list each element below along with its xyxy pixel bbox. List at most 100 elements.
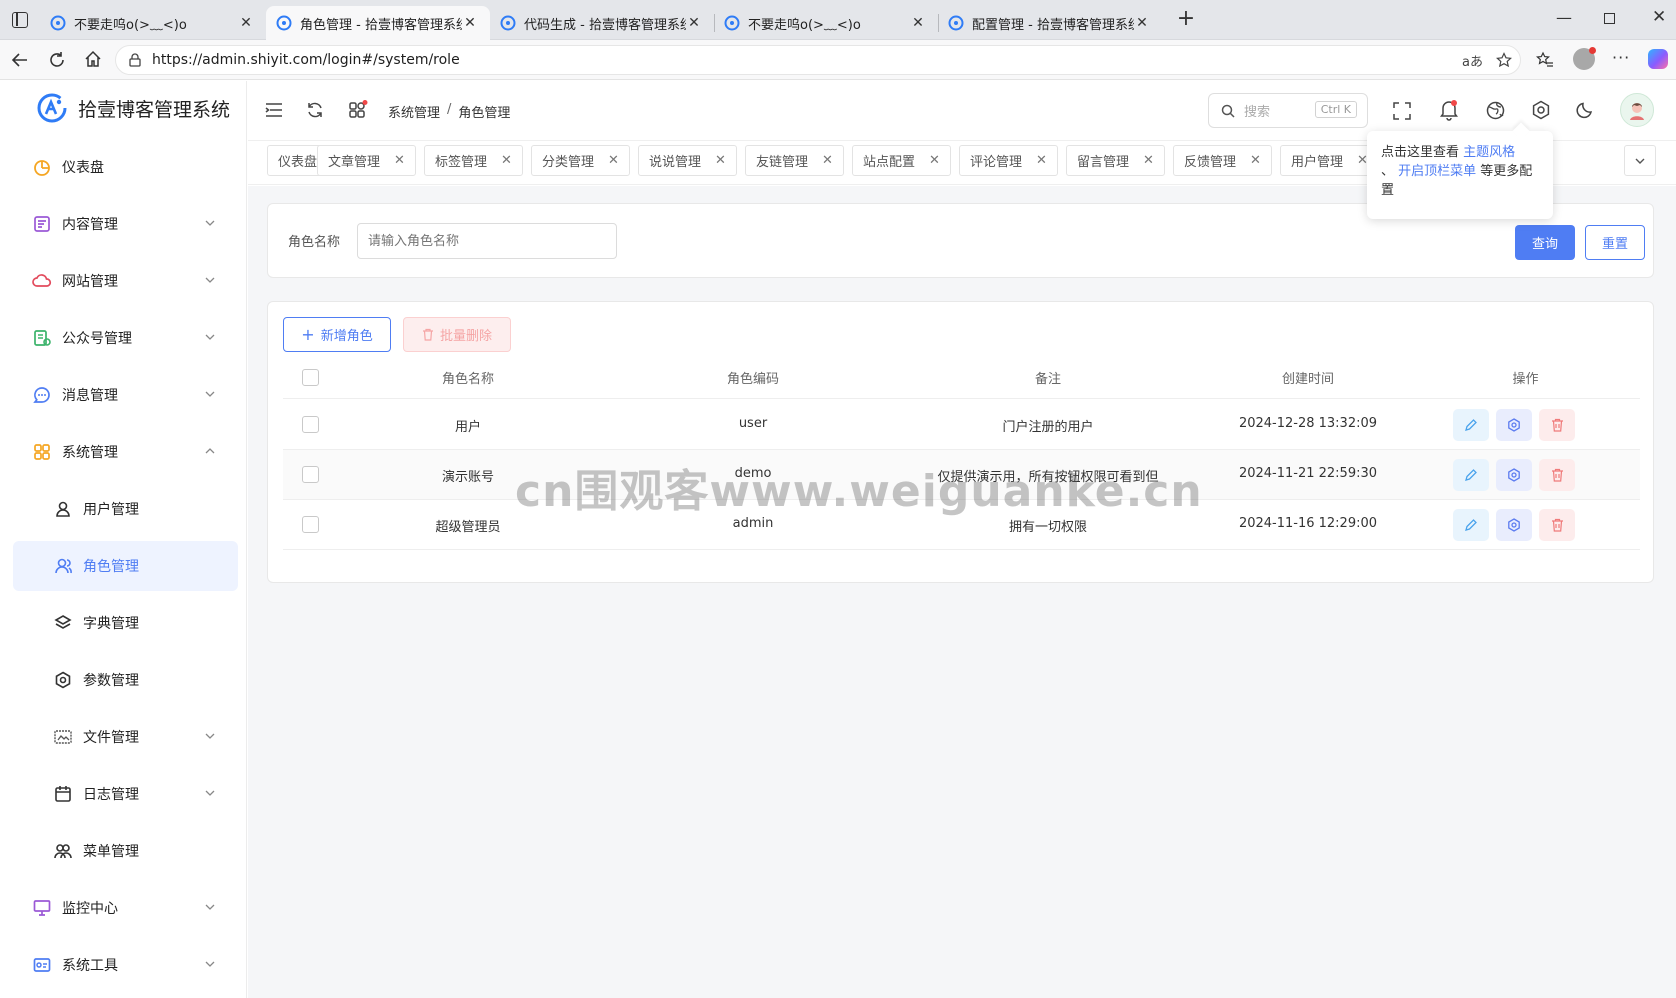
tag-users[interactable]: 用户管理 ✕ (1280, 145, 1379, 176)
close-tag-icon[interactable]: ✕ (1143, 153, 1154, 168)
column-header-remark[interactable]: 备注 (913, 368, 1183, 387)
maximize-icon[interactable] (1604, 13, 1615, 24)
more-options-icon[interactable]: ··· (1612, 48, 1630, 67)
language-globe-icon[interactable] (1486, 101, 1505, 120)
sidebar-item-message[interactable]: 消息管理 (13, 370, 238, 420)
column-header-created[interactable]: 创建时间 (1203, 368, 1413, 387)
profile-avatar-icon[interactable] (1573, 47, 1596, 70)
reset-button[interactable]: 重置 (1585, 225, 1645, 260)
tags-more-button[interactable] (1624, 145, 1656, 176)
read-aloud-icon[interactable]: aあ (1462, 51, 1483, 70)
dark-mode-moon-icon[interactable] (1576, 101, 1594, 119)
tag-friend-links[interactable]: 友链管理 ✕ (745, 145, 844, 176)
tooltip-link-theme[interactable]: 主题风格 (1463, 145, 1515, 160)
sidebar-item-dictionary[interactable]: 字典管理 (13, 598, 238, 648)
sidebar-item-dashboard[interactable]: 仪表盘 (13, 142, 238, 192)
home-icon[interactable] (84, 50, 102, 68)
permission-settings-button[interactable] (1496, 409, 1532, 441)
address-bar[interactable]: https://admin.shiyit.com/login#/system/r… (115, 45, 1521, 75)
tag-comments[interactable]: 评论管理 ✕ (959, 145, 1058, 176)
site-info-icon[interactable] (128, 53, 142, 67)
edit-button[interactable] (1453, 459, 1489, 491)
tab-actions-icon[interactable] (12, 12, 28, 28)
delete-button[interactable] (1539, 459, 1575, 491)
reload-icon[interactable] (48, 51, 66, 69)
tag-moments[interactable]: 说说管理 ✕ (638, 145, 737, 176)
add-role-button[interactable]: + 新增角色 (283, 317, 391, 352)
breadcrumb-item[interactable]: 系统管理 (388, 102, 440, 121)
tag-feedback[interactable]: 反馈管理 ✕ (1173, 145, 1272, 176)
select-all-checkbox[interactable] (302, 369, 319, 386)
close-tag-icon[interactable]: ✕ (822, 153, 833, 168)
row-checkbox[interactable] (302, 466, 319, 483)
tag-label-mgmt[interactable]: 标签管理 ✕ (424, 145, 523, 176)
sidebar-item-roles[interactable]: 角色管理 (13, 541, 238, 591)
permission-settings-button[interactable] (1496, 459, 1532, 491)
sidebar-item-content[interactable]: 内容管理 (13, 199, 238, 249)
role-name-input[interactable] (357, 223, 617, 259)
sidebar-item-monitor[interactable]: 监控中心 (13, 883, 238, 933)
menu-collapse-icon[interactable] (265, 102, 283, 118)
global-search[interactable]: 搜索 Ctrl K (1208, 93, 1368, 128)
browser-tab[interactable]: 不要走呜o(>﹏<)o ✕ (714, 6, 938, 40)
column-header-role-code[interactable]: 角色编码 (663, 368, 843, 387)
close-tab-icon[interactable]: ✕ (238, 15, 254, 31)
fullscreen-icon[interactable] (1393, 102, 1411, 120)
back-icon[interactable] (11, 51, 29, 69)
app-logo-area[interactable]: 拾壹博客管理系统 (36, 92, 230, 124)
sidebar-item-files[interactable]: 文件管理 (13, 712, 238, 762)
tools-icon (32, 955, 52, 975)
delete-button[interactable] (1539, 409, 1575, 441)
sidebar-item-users[interactable]: 用户管理 (13, 484, 238, 534)
close-tag-icon[interactable]: ✕ (501, 153, 512, 168)
edit-button[interactable] (1453, 509, 1489, 541)
main-content: 角色名称 查询 重置 + 新增角色 批量删除 角色名称 角色编码 备注 创建时间… (248, 186, 1676, 998)
close-tab-icon[interactable]: ✕ (686, 15, 702, 31)
close-window-icon[interactable]: ✕ (1652, 7, 1666, 27)
tag-article[interactable]: 文章管理 ✕ (317, 145, 416, 176)
query-button[interactable]: 查询 (1515, 225, 1575, 260)
close-tag-icon[interactable]: ✕ (394, 153, 405, 168)
permission-settings-button[interactable] (1496, 509, 1532, 541)
user-avatar[interactable] (1620, 93, 1654, 127)
delete-button[interactable] (1539, 509, 1575, 541)
refresh-icon[interactable] (306, 101, 324, 119)
table-row[interactable]: 用户 user 门户注册的用户 2024-12-28 13:32:09 (283, 400, 1640, 450)
edit-button[interactable] (1453, 409, 1489, 441)
tag-site-config[interactable]: 站点配置 ✕ (852, 145, 951, 176)
new-tab-icon[interactable]: + (1174, 8, 1198, 32)
close-tag-icon[interactable]: ✕ (1036, 153, 1047, 168)
app-grid-icon[interactable] (348, 100, 368, 120)
sidebar-item-menus[interactable]: 菜单管理 (13, 826, 238, 876)
batch-delete-button[interactable]: 批量删除 (403, 317, 511, 352)
notification-bell-icon[interactable] (1439, 99, 1459, 121)
sidebar-item-parameters[interactable]: 参数管理 (13, 655, 238, 705)
close-tab-icon[interactable]: ✕ (1134, 15, 1150, 31)
favorite-star-icon[interactable] (1496, 52, 1512, 68)
column-header-role-name[interactable]: 角色名称 (383, 368, 553, 387)
close-tag-icon[interactable]: ✕ (608, 153, 619, 168)
close-tab-icon[interactable]: ✕ (462, 15, 478, 31)
sidebar-item-official-account[interactable]: 公众号管理 (13, 313, 238, 363)
tag-category[interactable]: 分类管理 ✕ (531, 145, 630, 176)
tag-guestbook[interactable]: 留言管理 ✕ (1066, 145, 1165, 176)
settings-gear-icon[interactable] (1531, 100, 1551, 120)
close-tag-icon[interactable]: ✕ (1250, 153, 1261, 168)
close-tag-icon[interactable]: ✕ (929, 153, 940, 168)
minimize-icon[interactable]: — (1556, 8, 1572, 27)
copilot-icon[interactable] (1648, 49, 1668, 69)
browser-tab[interactable]: 不要走呜o(>﹏<)o ✕ (40, 6, 266, 40)
sidebar-item-logs[interactable]: 日志管理 (13, 769, 238, 819)
favorites-icon[interactable] (1536, 51, 1554, 69)
row-checkbox[interactable] (302, 516, 319, 533)
browser-tab-active[interactable]: 角色管理 - 拾壹博客管理系统 ✕ (266, 6, 490, 40)
row-checkbox[interactable] (302, 416, 319, 433)
sidebar-item-website[interactable]: 网站管理 (13, 256, 238, 306)
tooltip-link-topbar-menu[interactable]: 开启顶栏菜单 (1398, 164, 1476, 179)
sidebar-item-system[interactable]: 系统管理 (13, 427, 238, 477)
sidebar-item-tools[interactable]: 系统工具 (13, 940, 238, 990)
close-tab-icon[interactable]: ✕ (910, 15, 926, 31)
browser-tab[interactable]: 配置管理 - 拾壹博客管理系统 ✕ (938, 6, 1162, 40)
close-tag-icon[interactable]: ✕ (715, 153, 726, 168)
browser-tab[interactable]: 代码生成 - 拾壹博客管理系统 ✕ (490, 6, 714, 40)
